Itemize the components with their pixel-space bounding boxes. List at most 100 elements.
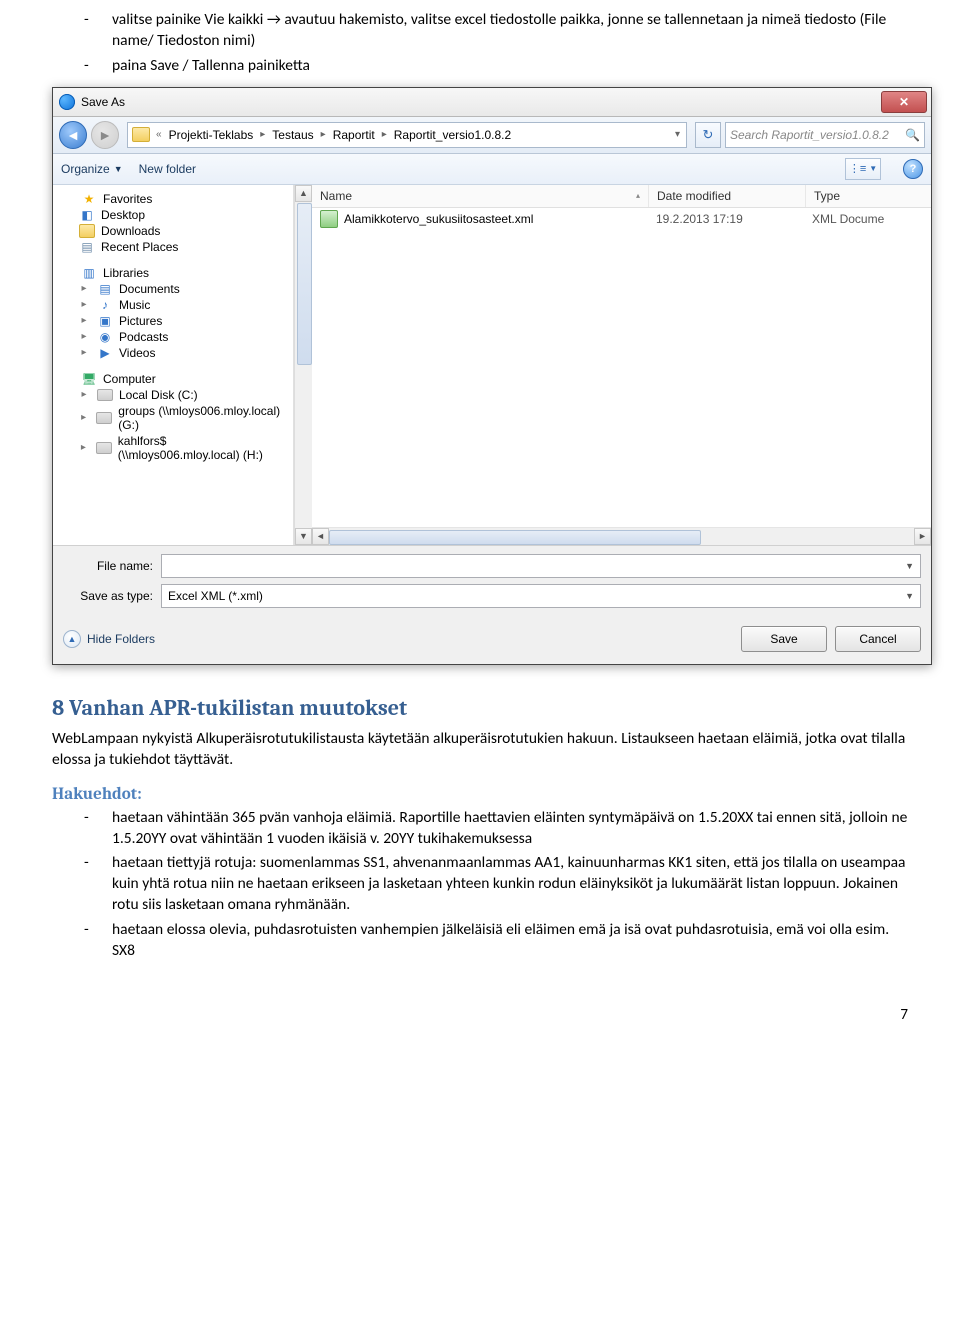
- col-name[interactable]: Name ▴: [312, 185, 649, 207]
- scroll-right-button[interactable]: ►: [914, 528, 931, 545]
- forward-button[interactable]: ►: [91, 121, 119, 149]
- folder-icon: [79, 224, 95, 238]
- save-form: File name: ▼ Save as type: Excel XML (*.…: [53, 545, 931, 620]
- chevron-right-icon: ▸: [258, 129, 267, 140]
- sub-heading: Hakuehdot:: [52, 785, 908, 804]
- scroll-down-button[interactable]: ▼: [295, 528, 312, 545]
- libraries-group[interactable]: ▥ Libraries: [59, 265, 291, 281]
- network-drive-icon: [96, 442, 112, 454]
- chevron-up-icon: ▲: [63, 630, 81, 648]
- expand-icon: ▸: [79, 315, 89, 326]
- search-placeholder: Search Raportit_versio1.0.8.2: [730, 128, 889, 142]
- xml-file-icon: [320, 210, 338, 228]
- list-item: haetaan elossa olevia, puhdasrotuisten v…: [84, 920, 908, 962]
- filename-label: File name:: [63, 559, 161, 573]
- breadcrumb[interactable]: « Projekti-Teklabs ▸ Testaus ▸ Raportit …: [127, 122, 687, 148]
- hide-folders-button[interactable]: ▲ Hide Folders: [63, 630, 155, 648]
- cancel-button[interactable]: Cancel: [835, 626, 921, 652]
- chevron-down-icon[interactable]: ▾: [673, 129, 682, 140]
- nav-local-disk[interactable]: ▸ Local Disk (C:): [59, 387, 291, 403]
- libraries-icon: ▥: [81, 266, 97, 280]
- nav-documents[interactable]: ▸ ▤ Documents: [59, 281, 291, 297]
- file-row[interactable]: Alamikkotervo_sukusiitosasteet.xml 19.2.…: [312, 208, 931, 230]
- page-number: 7: [52, 966, 908, 1024]
- col-date[interactable]: Date modified: [649, 185, 806, 207]
- nav-network-drive-h[interactable]: ▸ kahlfors$ (\\mloys006.mloy.local) (H:): [59, 433, 291, 463]
- expand-icon: ▸: [79, 442, 88, 453]
- nav-music[interactable]: ▸ ♪ Music: [59, 297, 291, 313]
- intro-item: paina Save / Tallenna painiketta: [84, 56, 908, 77]
- dialog-footer: ▲ Hide Folders Save Cancel: [53, 620, 931, 664]
- search-icon: 🔍: [905, 128, 920, 142]
- breadcrumb-item[interactable]: Raportit: [330, 128, 378, 142]
- nav-downloads[interactable]: Downloads: [59, 223, 291, 239]
- refresh-button[interactable]: ↻: [695, 122, 721, 148]
- star-icon: ★: [81, 192, 97, 206]
- section-paragraph: WebLampaan nykyistä Alkuperäisrotutukili…: [52, 729, 908, 771]
- file-list-pane: Name ▴ Date modified Type Alamikkoterv: [312, 185, 931, 545]
- nav-desktop[interactable]: ◧ Desktop: [59, 207, 291, 223]
- music-icon: ♪: [97, 298, 113, 312]
- back-button[interactable]: ◄: [59, 121, 87, 149]
- window-title: Save As: [81, 95, 125, 109]
- breadcrumb-item[interactable]: Raportit_versio1.0.8.2: [391, 128, 514, 142]
- favorites-group[interactable]: ★ Favorites: [59, 191, 291, 207]
- organize-menu[interactable]: Organize ▼: [61, 162, 123, 176]
- nav-videos[interactable]: ▸ ▶ Videos: [59, 345, 291, 361]
- chevron-right-icon: ▸: [319, 129, 328, 140]
- expand-icon: ▸: [79, 331, 89, 342]
- intro-item: valitse painike Vie kaikki → avautuu hak…: [84, 10, 908, 52]
- chevron-right-icon: ▸: [380, 129, 389, 140]
- scroll-thumb[interactable]: [329, 530, 701, 545]
- recent-icon: ▤: [79, 240, 95, 254]
- filename-input[interactable]: ▼: [161, 554, 921, 578]
- folder-icon: [132, 127, 150, 142]
- chevron-down-icon: ▼: [869, 164, 877, 173]
- app-icon: [59, 94, 75, 110]
- save-as-dialog: Save As ✕ ◄ ► « Projekti-Teklabs ▸ Testa…: [52, 87, 932, 665]
- column-headers: Name ▴ Date modified Type: [312, 185, 931, 208]
- intro-list: valitse painike Vie kaikki → avautuu hak…: [52, 10, 908, 77]
- file-horizontal-scrollbar[interactable]: ◄ ►: [312, 527, 931, 545]
- expand-icon: ▸: [79, 347, 89, 358]
- desktop-icon: ◧: [79, 208, 95, 222]
- scroll-left-button[interactable]: ◄: [312, 528, 329, 545]
- save-button[interactable]: Save: [741, 626, 827, 652]
- scroll-thumb[interactable]: [297, 203, 312, 365]
- details-view-icon: ⋮≡: [849, 162, 866, 175]
- scroll-up-button[interactable]: ▲: [295, 185, 312, 202]
- section-heading: 8 Vanhan APR-tukilistan muutokset: [52, 695, 908, 721]
- nav-pictures[interactable]: ▸ ▣ Pictures: [59, 313, 291, 329]
- col-type[interactable]: Type: [806, 185, 931, 207]
- conditions-list: haetaan vähintään 365 pvän vanhoja eläim…: [52, 808, 908, 962]
- breadcrumb-item[interactable]: Projekti-Teklabs: [166, 128, 257, 142]
- new-folder-button[interactable]: New folder: [139, 162, 196, 176]
- podcasts-icon: ◉: [97, 330, 113, 344]
- chevron-down-icon: ▼: [114, 164, 123, 174]
- section-body: WebLampaan nykyistä Alkuperäisrotutukili…: [52, 729, 908, 771]
- close-button[interactable]: ✕: [881, 91, 927, 113]
- chevron-down-icon[interactable]: ▼: [905, 561, 914, 571]
- file-type: XML Docume: [804, 212, 931, 226]
- view-button[interactable]: ⋮≡ ▼: [845, 158, 881, 180]
- nav-recent-places[interactable]: ▤ Recent Places: [59, 239, 291, 255]
- expand-icon: ▸: [79, 389, 89, 400]
- file-date: 19.2.2013 17:19: [648, 212, 804, 226]
- nav-podcasts[interactable]: ▸ ◉ Podcasts: [59, 329, 291, 345]
- drive-icon: [97, 389, 113, 401]
- videos-icon: ▶: [97, 346, 113, 360]
- nav-scrollbar[interactable]: ▲ ▼: [294, 185, 312, 545]
- computer-icon: 🖥: [81, 372, 97, 386]
- titlebar: Save As ✕: [53, 88, 931, 117]
- chevron-down-icon[interactable]: ▼: [905, 591, 914, 601]
- help-button[interactable]: ?: [903, 159, 923, 179]
- saveastype-select[interactable]: Excel XML (*.xml) ▼: [161, 584, 921, 608]
- pictures-icon: ▣: [97, 314, 113, 328]
- search-input[interactable]: Search Raportit_versio1.0.8.2 🔍: [725, 122, 925, 148]
- nav-network-drive-g[interactable]: ▸ groups (\\mloys006.mloy.local) (G:): [59, 403, 291, 433]
- navigation-pane: ★ Favorites ◧ Desktop Downloads ▤ Recent…: [53, 185, 294, 545]
- computer-group[interactable]: 🖥 Computer: [59, 371, 291, 387]
- breadcrumb-prefix: «: [154, 129, 164, 140]
- breadcrumb-item[interactable]: Testaus: [269, 128, 316, 142]
- list-item: haetaan vähintään 365 pvän vanhoja eläim…: [84, 808, 908, 850]
